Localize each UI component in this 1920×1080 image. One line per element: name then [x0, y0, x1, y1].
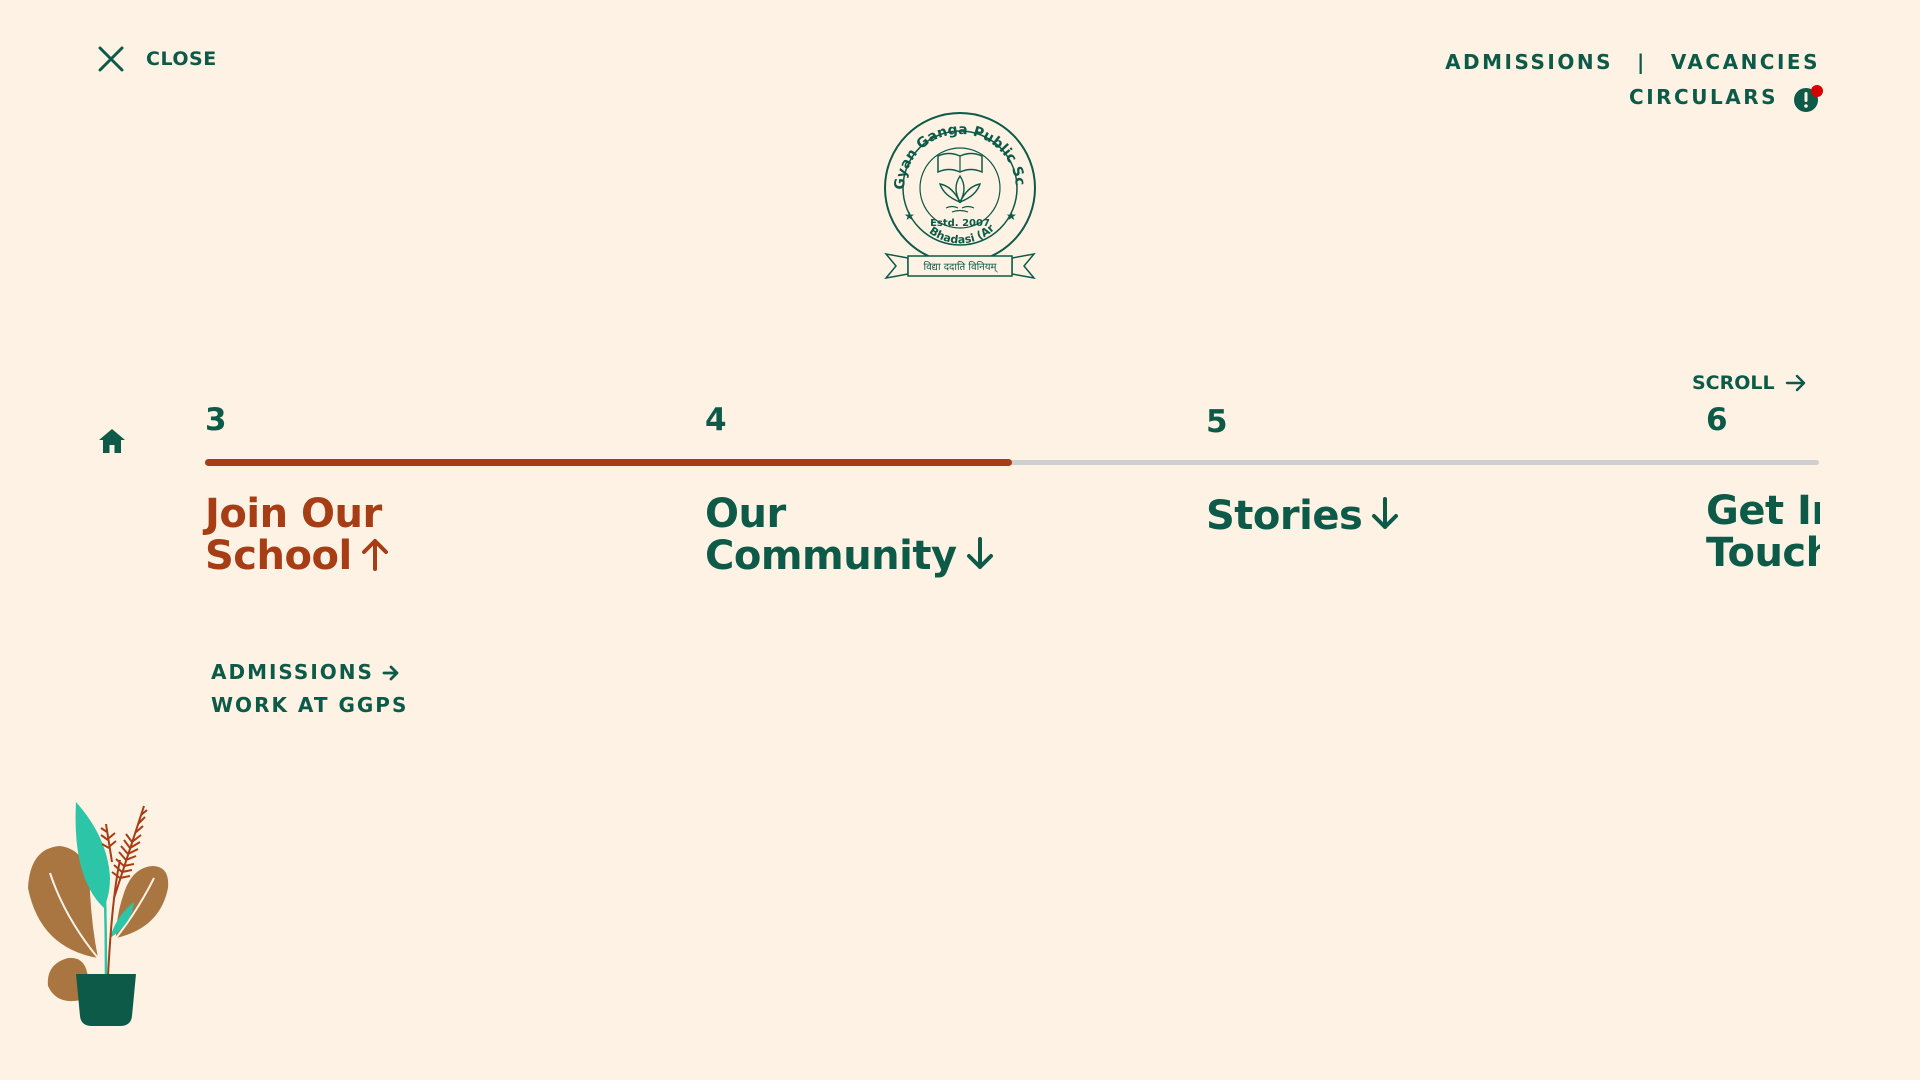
close-label: CLOSE: [146, 48, 217, 70]
nav-admissions[interactable]: ADMISSIONS: [1445, 50, 1613, 74]
section-number-6: 6: [1706, 402, 1728, 438]
arrow-up-icon: [360, 537, 390, 579]
close-button[interactable]: CLOSE: [98, 46, 217, 72]
section-our-community[interactable]: Our Community: [705, 493, 995, 579]
section-number-3: 3: [205, 402, 227, 438]
close-icon: [98, 46, 124, 72]
sublink-work-at-ggps[interactable]: WORK AT GGPS: [211, 689, 408, 722]
plant-illustration: [28, 802, 169, 1026]
arrow-right-icon: [382, 665, 399, 680]
scroll-label: SCROLL: [1692, 372, 1775, 394]
section-title-line1: Our: [705, 491, 786, 537]
school-logo[interactable]: Gyan Ganga Public School Estd. 2007 Bhad…: [877, 96, 1038, 288]
section-get-in-touch[interactable]: Get In Touch: [1706, 490, 1820, 574]
alert-icon[interactable]: [1794, 84, 1823, 112]
sublink-label: WORK AT GGPS: [211, 693, 409, 717]
home-icon[interactable]: [98, 428, 126, 454]
section-number-5: 5: [1206, 404, 1228, 440]
sublinks: ADMISSIONS WORK AT GGPS: [211, 656, 408, 722]
arrow-down-icon: [965, 537, 995, 579]
section-title-line1: Stories: [1206, 493, 1363, 539]
scroll-hint[interactable]: SCROLL: [1692, 372, 1807, 394]
nav-separator: |: [1637, 50, 1647, 74]
logo-estd: Estd. 2007: [930, 218, 990, 229]
section-title-line2: Touch: [1706, 530, 1820, 574]
section-title-line1: Join Our: [205, 491, 382, 537]
section-title-line2: School: [205, 533, 352, 579]
section-number-4: 4: [705, 402, 727, 438]
svg-text:Gyan Ganga Public School: Gyan Ganga Public School: [882, 108, 1028, 190]
svg-text:★: ★: [904, 209, 915, 223]
sublink-admissions[interactable]: ADMISSIONS: [211, 656, 408, 689]
top-nav: ADMISSIONS | VACANCIES CIRCULARS: [1445, 50, 1823, 112]
sublink-label: ADMISSIONS: [211, 660, 374, 684]
nav-circulars[interactable]: CIRCULARS: [1629, 85, 1778, 109]
progress-fill: [205, 459, 1012, 466]
section-title-line1: Get In: [1706, 490, 1820, 534]
svg-text:★: ★: [1006, 209, 1017, 223]
nav-vacancies[interactable]: VACANCIES: [1671, 50, 1820, 74]
section-join-our-school[interactable]: Join Our School: [205, 493, 390, 579]
logo-motto: विद्या ददाति विनियम्: [924, 261, 999, 273]
arrow-down-icon: [1370, 497, 1400, 539]
section-stories[interactable]: Stories: [1206, 495, 1400, 539]
section-title-line2: Community: [705, 533, 957, 579]
logo-school-name: Gyan Ganga Public School: [877, 96, 1028, 190]
arrow-right-icon: [1785, 374, 1805, 392]
